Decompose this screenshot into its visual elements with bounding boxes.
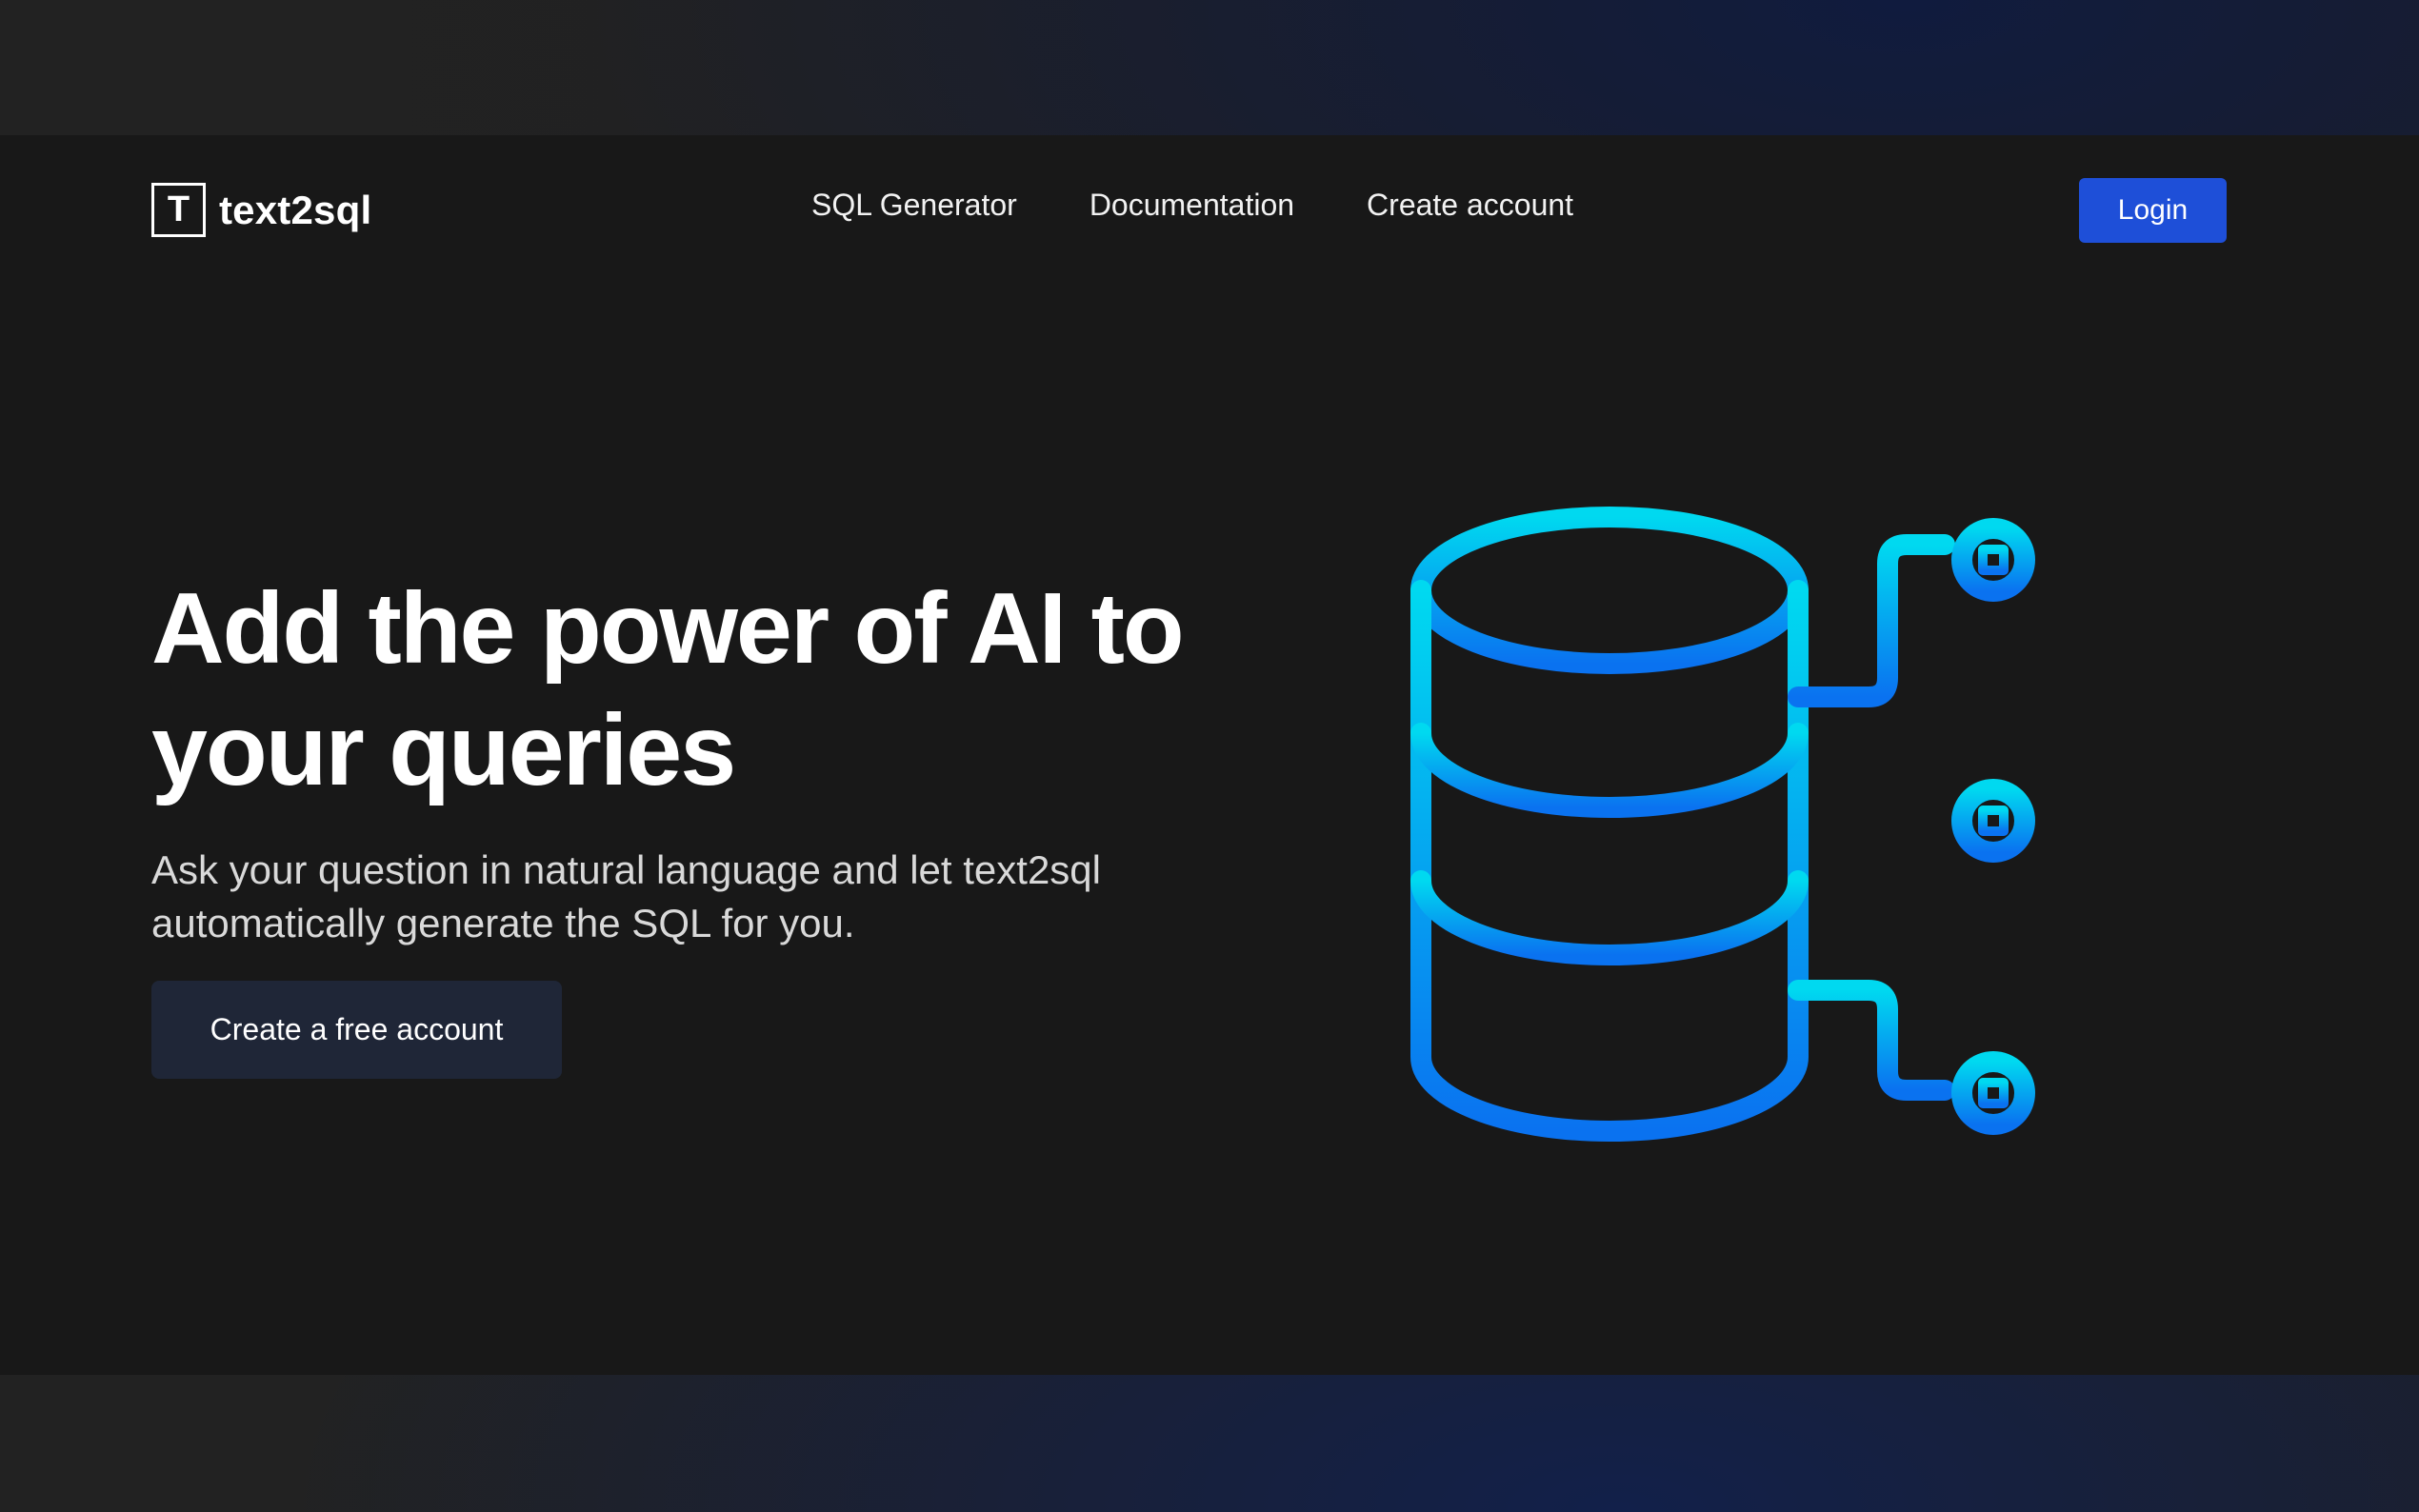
nav-create-account[interactable]: Create account — [1367, 188, 1573, 223]
logo-icon: T — [151, 183, 206, 237]
hero-title-line1: Add the power of AI to — [151, 572, 1185, 685]
login-button[interactable]: Login — [2079, 178, 2227, 243]
main-nav: SQL Generator Documentation Create accou… — [811, 188, 1573, 223]
hero-subtitle-line2: automatically generate the SQL for you. — [151, 901, 855, 945]
hero-subtitle-line1: Ask your question in natural language an… — [151, 847, 1101, 892]
hero-title: Add the power of AI to your queries — [151, 567, 1294, 811]
hero-title-line2: your queries — [151, 694, 736, 806]
brand-logo[interactable]: T text2sql — [151, 183, 371, 237]
hero-subtitle: Ask your question in natural language an… — [151, 844, 1199, 950]
brand-name: text2sql — [219, 187, 372, 232]
create-free-account-button[interactable]: Create a free account — [151, 981, 562, 1079]
nav-documentation[interactable]: Documentation — [1090, 188, 1294, 223]
nav-sql-generator[interactable]: SQL Generator — [811, 188, 1017, 223]
database-network-icon — [1410, 507, 2035, 1142]
